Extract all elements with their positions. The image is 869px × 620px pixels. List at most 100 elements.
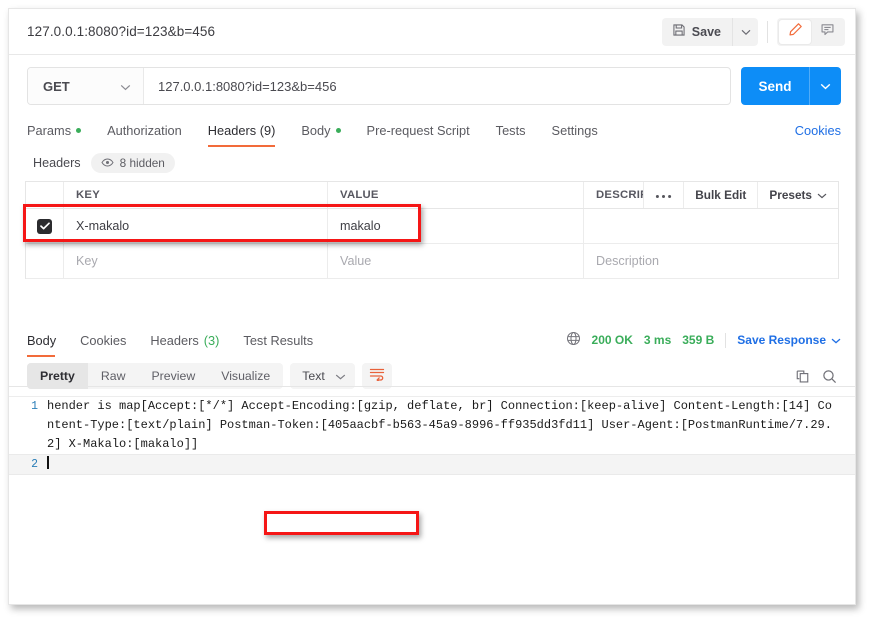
tab-settings[interactable]: Settings [539, 123, 611, 147]
response-tab-cookies[interactable]: Cookies [68, 333, 138, 357]
modified-dot-icon [335, 128, 341, 133]
chevron-down-icon [335, 369, 346, 383]
response-tabs: Body Cookies Headers (3) Test Results 20… [9, 324, 855, 357]
edit-request-button[interactable] [779, 19, 811, 44]
tab-params-label: Params [27, 123, 72, 138]
response-body-editor[interactable]: 1 hender is map[Accept:[*/*] Accept-Enco… [9, 396, 855, 475]
meta-divider [725, 332, 727, 348]
line-content[interactable]: hender is map[Accept:[*/*] Accept-Encodi… [47, 397, 855, 454]
save-options-button[interactable] [732, 17, 758, 46]
tab-headers[interactable]: Headers (9) [195, 123, 289, 147]
save-group: Save [661, 17, 758, 46]
select-all-column [26, 182, 64, 208]
chevron-down-icon [820, 77, 831, 95]
response-tab-headers-label: Headers [150, 333, 199, 348]
headers-table-actions: Bulk Edit Presets [643, 182, 838, 208]
row-checkbox[interactable] [37, 218, 52, 234]
url-input-group: GET 127.0.0.1:8080?id=123&b=456 [27, 67, 731, 105]
url-input[interactable]: 127.0.0.1:8080?id=123&b=456 [144, 68, 730, 104]
globe-icon[interactable] [566, 331, 581, 349]
eye-icon [101, 156, 114, 170]
hidden-headers-label: 8 hidden [119, 156, 165, 170]
new-row-value-input[interactable]: Value [328, 244, 584, 278]
topbar-actions: Save [661, 17, 845, 46]
row-value[interactable]: makalo [328, 209, 584, 243]
table-row-new[interactable]: Key Value Description [26, 244, 838, 279]
response-tab-cookies-label: Cookies [80, 333, 127, 348]
response-status: 200 OK [591, 333, 633, 347]
tab-headers-label: Headers (9) [207, 123, 276, 138]
response-headers-count: (3) [203, 333, 220, 348]
tab-pre-request-script[interactable]: Pre-request Script [354, 123, 483, 147]
request-tab-title[interactable]: 127.0.0.1:8080?id=123&b=456 [27, 24, 215, 39]
chevron-down-icon [741, 23, 751, 41]
headers-table: KEY VALUE DESCRIPTIO Bulk Edit Presets [25, 181, 839, 279]
row-checkbox-cell [26, 209, 64, 243]
topbar-divider [767, 20, 768, 43]
response-size: 359 B [682, 333, 715, 347]
column-header-value: VALUE [328, 182, 584, 208]
code-line: 1 hender is map[Accept:[*/*] Accept-Enco… [9, 397, 855, 454]
new-row-key-input[interactable]: Key [64, 244, 328, 278]
response-separator [9, 386, 855, 387]
cookies-link[interactable]: Cookies [795, 123, 841, 147]
hidden-headers-toggle[interactable]: 8 hidden [90, 153, 175, 173]
tab-body[interactable]: Body [288, 123, 353, 147]
comments-button[interactable] [811, 20, 843, 44]
column-header-key: KEY [64, 182, 328, 208]
url-row: GET 127.0.0.1:8080?id=123&b=456 Send [9, 55, 855, 115]
line-text-highlighted: X-Makalo:[makalo]] [68, 437, 199, 451]
topbar-icon-group [777, 17, 845, 46]
request-tabs: Params Authorization Headers (9) Body Pr… [9, 115, 855, 147]
chevron-down-icon [831, 333, 841, 347]
table-row[interactable]: X-makalo makalo [26, 209, 838, 244]
response-meta: 200 OK 3 ms 359 B Save Response [566, 331, 841, 357]
send-group: Send [741, 67, 841, 105]
ellipsis-icon [655, 188, 672, 202]
row-description[interactable] [584, 209, 838, 243]
annotation-body-token-highlight [264, 511, 419, 535]
response-viewbar-right [795, 369, 841, 384]
response-tab-headers[interactable]: Headers (3) [138, 333, 231, 357]
tab-tests[interactable]: Tests [483, 123, 539, 147]
line-number: 1 [31, 400, 38, 413]
more-options-button[interactable] [643, 182, 683, 208]
tab-pre-request-script-label: Pre-request Script [366, 123, 470, 138]
postman-window: 127.0.0.1:8080?id=123&b=456 Save GET 127… [8, 8, 856, 605]
presets-button[interactable]: Presets [757, 182, 838, 208]
comment-icon [820, 22, 835, 42]
http-method-label: GET [43, 78, 70, 94]
code-line-active: 2 [9, 454, 855, 475]
tab-authorization[interactable]: Authorization [94, 123, 195, 147]
presets-label: Presets [769, 188, 812, 202]
send-button[interactable]: Send [741, 67, 809, 105]
pencil-icon [788, 22, 803, 42]
window-topbar: 127.0.0.1:8080?id=123&b=456 Save [9, 9, 855, 55]
response-tab-test-results-label: Test Results [243, 333, 314, 348]
tab-settings-label: Settings [551, 123, 598, 138]
save-button[interactable]: Save [662, 18, 732, 46]
response-viewbar: Pretty Raw Preview Visualize Text [9, 357, 855, 396]
new-row-checkbox-cell [26, 244, 64, 278]
tab-body-label: Body [301, 123, 331, 138]
save-response-button[interactable]: Save Response [737, 333, 841, 347]
bulk-edit-button[interactable]: Bulk Edit [683, 182, 757, 208]
new-row-description-input[interactable]: Description [584, 244, 838, 278]
line-number: 2 [31, 458, 38, 471]
response-tab-test-results[interactable]: Test Results [231, 333, 325, 357]
http-method-select[interactable]: GET [28, 68, 144, 104]
save-response-label: Save Response [737, 333, 826, 347]
response-format-label: Text [302, 369, 325, 383]
send-options-button[interactable] [809, 67, 841, 105]
tab-params[interactable]: Params [27, 123, 94, 147]
headers-subbar: Headers 8 hidden [9, 147, 855, 181]
copy-icon[interactable] [795, 369, 810, 384]
search-icon[interactable] [822, 369, 837, 384]
line-content-active[interactable] [47, 455, 855, 474]
column-header-description: DESCRIPTIO [596, 189, 643, 201]
chevron-down-icon [120, 79, 131, 94]
response-tab-body[interactable]: Body [27, 333, 68, 357]
tab-authorization-label: Authorization [107, 123, 182, 138]
modified-dot-icon [76, 128, 82, 133]
row-key[interactable]: X-makalo [64, 209, 328, 243]
